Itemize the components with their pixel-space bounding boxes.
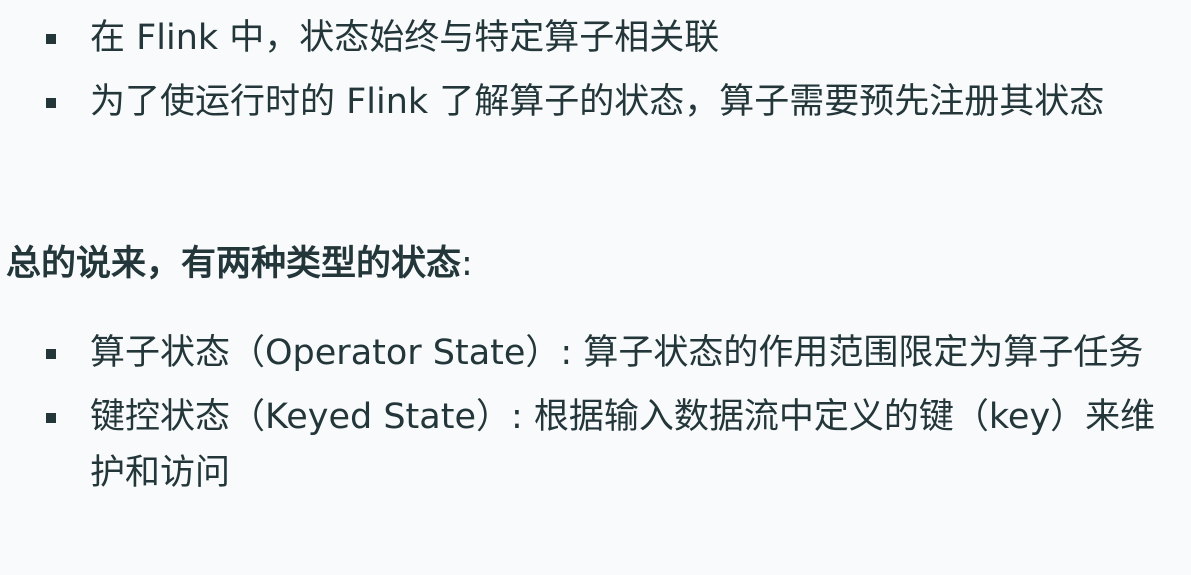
- square-bullet-icon: [46, 413, 56, 423]
- square-bullet-icon: [46, 349, 56, 359]
- list-item: 在 Flink 中，状态始终与特定算子相关联: [0, 10, 1191, 66]
- list-item-text: 为了使运行时的 Flink 了解算子的状态，算子需要预先注册其状态: [90, 82, 1105, 122]
- list-item-text: 在 Flink 中，状态始终与特定算子相关联: [90, 18, 720, 58]
- summary-line: 总的说来，有两种类型的状态:: [6, 236, 473, 292]
- list-item-text: 算子状态（Operator State）: 算子状态的作用范围限定为算子任务: [90, 333, 1144, 373]
- bullet-list-top: 在 Flink 中，状态始终与特定算子相关联 为了使运行时的 Flink 了解算…: [0, 10, 1191, 138]
- square-bullet-icon: [46, 34, 56, 44]
- list-item: 键控状态（Keyed State）: 根据输入数据流中定义的键（key）来维护和…: [0, 389, 1191, 501]
- list-item: 算子状态（Operator State）: 算子状态的作用范围限定为算子任务: [0, 325, 1191, 381]
- square-bullet-icon: [46, 98, 56, 108]
- list-item: 为了使运行时的 Flink 了解算子的状态，算子需要预先注册其状态: [0, 74, 1191, 130]
- slide: 在 Flink 中，状态始终与特定算子相关联 为了使运行时的 Flink 了解算…: [0, 0, 1191, 575]
- bullet-list-bottom: 算子状态（Operator State）: 算子状态的作用范围限定为算子任务 键…: [0, 325, 1191, 509]
- summary-suffix: :: [461, 244, 473, 284]
- summary-bold-text: 总的说来，有两种类型的状态: [6, 244, 462, 284]
- list-item-text: 键控状态（Keyed State）: 根据输入数据流中定义的键（key）来维护和…: [90, 397, 1156, 493]
